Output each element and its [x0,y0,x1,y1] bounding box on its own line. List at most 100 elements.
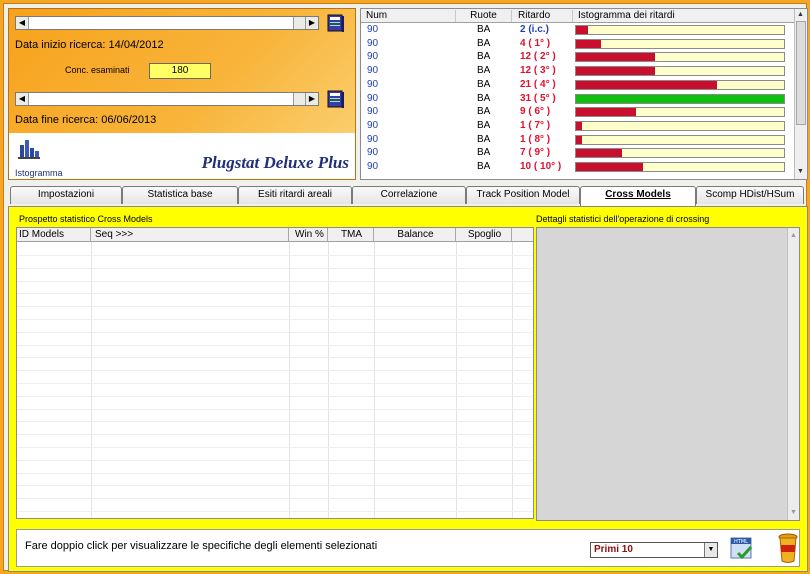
cross-models-header: ID Models Seq >>> Win % TMA Balance Spog… [17,228,533,242]
row-ritardo: 9 ( 6° ) [520,106,551,118]
slider-right-arrow[interactable]: ▶ [305,93,318,105]
cross-models-table[interactable]: ID Models Seq >>> Win % TMA Balance Spog… [16,227,534,519]
delay-histogram-bar [575,66,785,77]
delay-grid-row[interactable]: 90 BA 1 ( 8° ) [361,134,795,147]
archive-book-icon[interactable] [327,13,345,33]
delay-histogram-bar [575,52,785,63]
col-ruote[interactable]: Ruote [456,10,512,22]
delay-grid-row[interactable]: 90 BA 9 ( 6° ) [361,106,795,119]
crossing-details-box[interactable]: ▲ ▼ [536,227,800,521]
details-title: Dettagli statistici dell'operazione di c… [536,214,710,224]
col-ritardo[interactable]: Ritardo [512,10,573,22]
delay-bar-fill [576,121,583,130]
row-ritardo: 21 ( 4° ) [520,78,556,90]
svg-text:HTML: HTML [734,539,748,545]
row-num: 90 [367,51,379,63]
delay-grid-row[interactable]: 90 BA 4 ( 1° ) [361,38,795,51]
delay-histogram-bar [575,25,785,35]
delay-bar-fill [576,80,718,89]
scroll-up-icon[interactable]: ▲ [790,232,797,239]
table-row-divider [17,306,533,308]
html-export-icon[interactable]: HTML [730,536,754,562]
app-window: ◀ ▶ Data inizio ricerca: 14/04/2012 Conc… [3,3,808,572]
delay-bar-fill [576,135,583,144]
row-ritardo: 10 ( 10° ) [520,161,562,172]
table-row-divider [17,267,533,269]
details-scrollbar[interactable]: ▲ ▼ [787,228,799,520]
table-row-divider [17,280,533,282]
slider-left-arrow[interactable]: ◀ [16,93,29,105]
tab-track-position-model[interactable]: Track Position Model [466,186,580,204]
table-row-divider [17,511,533,512]
table-row-divider [17,472,533,474]
row-ritardo: 4 ( 1° ) [520,37,551,49]
tab-esiti-ritardi-areali[interactable]: Esiti ritardi areali [238,186,352,204]
tab-scomp-hdist-hsum[interactable]: Scomp HDist/HSum [696,186,804,204]
table-row-divider [17,370,533,372]
table-row-divider [17,447,533,448]
row-ruote: BA [477,37,491,49]
col-id-models[interactable]: ID Models [17,228,91,242]
delay-grid-row[interactable]: 90 BA 12 ( 2° ) [361,51,795,64]
slider-left-arrow[interactable]: ◀ [16,17,29,29]
table-row-divider [17,485,533,487]
col-tma[interactable]: TMA [328,228,374,242]
delay-grid-scrollbar[interactable]: ▲ ▼ [794,9,807,179]
table-column-divider [328,242,329,518]
col-seq[interactable]: Seq >>> [91,228,289,242]
table-column-divider [289,242,290,518]
table-row-divider [17,383,533,384]
col-balance[interactable]: Balance [374,228,456,242]
row-num: 90 [367,65,379,77]
tab-statistica-base[interactable]: Statistica base [122,186,238,204]
results-count-select[interactable]: Primi 10 ▼ [590,542,718,558]
slider-right-arrow[interactable]: ▶ [305,17,318,29]
table-row-divider [17,344,533,346]
brand-logo-text: Plugstat Deluxe Plus [201,153,349,172]
scrollbar-thumb[interactable] [796,21,806,125]
scroll-up-icon[interactable]: ▲ [797,11,804,18]
row-ritardo: 31 ( 5° ) [520,92,556,104]
table-column-divider [91,242,92,518]
scroll-down-icon[interactable]: ▼ [797,168,804,175]
row-ritardo: 1 ( 7° ) [520,119,551,131]
delay-grid-row[interactable]: 90 BA 1 ( 7° ) [361,120,795,133]
col-win-percent[interactable]: Win % [289,228,328,242]
row-ruote: BA [477,51,491,63]
delay-grid-row[interactable]: 90 BA 2 (i.c.) [361,24,795,37]
col-spoglio[interactable]: Spoglio [456,228,512,242]
delay-histogram-bar [575,134,785,145]
conc-esaminati-field[interactable]: 180 [149,63,211,79]
scroll-down-icon[interactable]: ▼ [790,509,797,516]
delay-bar-fill [576,53,656,62]
table-row-divider [17,357,533,359]
tab-cross-models[interactable]: Cross Models [580,186,696,206]
trash-bin-icon[interactable] [777,532,799,564]
delay-histogram-bar [575,148,785,159]
delay-grid-row[interactable]: 90 BA 21 ( 4° ) [361,79,795,92]
row-ritardo: 1 ( 8° ) [520,133,551,145]
archive-book-icon[interactable] [327,89,345,109]
cross-models-panel: Prospetto statistico Cross Models Dettag… [8,206,808,572]
bottom-toolbar: Fare doppio click per visualizzare le sp… [16,529,800,567]
delay-grid-row[interactable]: 90 BA 10 ( 10° ) [361,161,795,174]
col-istogramma[interactable]: Istogramma dei ritardi [573,10,795,22]
table-row-divider [17,459,533,461]
end-date-slider[interactable]: ◀ ▶ [15,92,319,106]
chevron-down-icon[interactable]: ▼ [704,543,717,557]
istogramma-label[interactable]: Istogramma [15,168,63,178]
tab-impostazioni[interactable]: Impostazioni [10,186,122,204]
row-ruote: BA [477,24,491,35]
table-row-divider [17,434,533,436]
delay-histogram-bar [575,79,785,90]
histogram-icon[interactable] [17,137,41,159]
delay-grid-row[interactable]: 90 BA 31 ( 5° ) [361,93,795,106]
tab-correlazione[interactable]: Correlazione [352,186,466,204]
end-date-label: Data fine ricerca: 06/06/2013 [15,114,157,126]
delay-grid-row[interactable]: 90 BA 7 ( 9° ) [361,147,795,160]
start-date-slider[interactable]: ◀ ▶ [15,16,319,30]
row-ruote: BA [477,133,491,145]
col-num[interactable]: Num [361,10,456,22]
delay-grid-row[interactable]: 90 BA 12 ( 3° ) [361,65,795,78]
delay-bar-fill [576,26,589,34]
